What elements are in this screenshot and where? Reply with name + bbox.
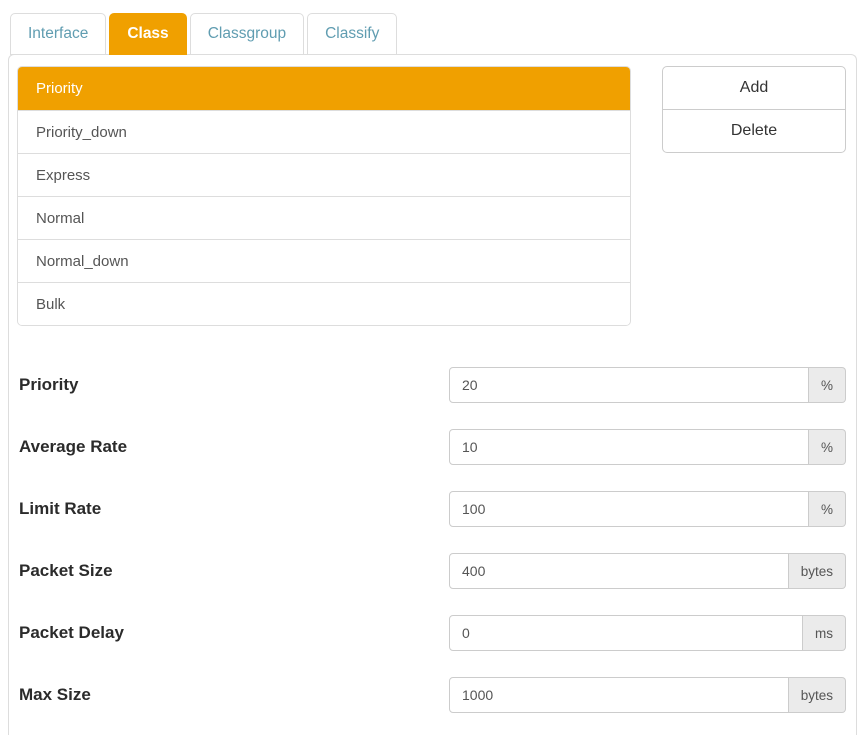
packet-delay-input-group: ms bbox=[449, 615, 846, 651]
packet-delay-input[interactable] bbox=[449, 615, 803, 651]
list-item-priority-down[interactable]: Priority_down bbox=[18, 110, 630, 153]
form-row-max-size: Max Size bytes bbox=[17, 677, 846, 713]
priority-input[interactable] bbox=[449, 367, 809, 403]
form-row-packet-size: Packet Size bytes bbox=[17, 553, 846, 589]
priority-input-group: % bbox=[449, 367, 846, 403]
priority-unit-addon: % bbox=[809, 367, 846, 403]
delete-button[interactable]: Delete bbox=[662, 109, 846, 153]
class-section: Priority Priority_down Express Normal No… bbox=[17, 66, 846, 326]
list-item-normal[interactable]: Normal bbox=[18, 196, 630, 239]
max-size-unit-addon: bytes bbox=[789, 677, 846, 713]
add-button[interactable]: Add bbox=[662, 66, 846, 110]
packet-delay-unit-addon: ms bbox=[803, 615, 846, 651]
tab-interface[interactable]: Interface bbox=[10, 13, 106, 55]
form-row-limit-rate: Limit Rate % bbox=[17, 491, 846, 527]
tab-classify[interactable]: Classify bbox=[307, 13, 397, 55]
average-rate-unit-addon: % bbox=[809, 429, 846, 465]
average-rate-label: Average Rate bbox=[17, 437, 449, 457]
max-size-label: Max Size bbox=[17, 685, 449, 705]
packet-size-input-group: bytes bbox=[449, 553, 846, 589]
average-rate-input-group: % bbox=[449, 429, 846, 465]
form-row-average-rate: Average Rate % bbox=[17, 429, 846, 465]
list-item-priority[interactable]: Priority bbox=[18, 67, 630, 110]
average-rate-input[interactable] bbox=[449, 429, 809, 465]
packet-size-unit-addon: bytes bbox=[789, 553, 846, 589]
tab-classgroup[interactable]: Classgroup bbox=[190, 13, 304, 55]
list-item-bulk[interactable]: Bulk bbox=[18, 282, 630, 325]
limit-rate-input-group: % bbox=[449, 491, 846, 527]
limit-rate-unit-addon: % bbox=[809, 491, 846, 527]
priority-label: Priority bbox=[17, 375, 449, 395]
packet-size-label: Packet Size bbox=[17, 561, 449, 581]
tab-content-panel: Priority Priority_down Express Normal No… bbox=[8, 54, 857, 735]
max-size-input[interactable] bbox=[449, 677, 789, 713]
max-size-input-group: bytes bbox=[449, 677, 846, 713]
limit-rate-label: Limit Rate bbox=[17, 499, 449, 519]
list-item-normal-down[interactable]: Normal_down bbox=[18, 239, 630, 282]
tab-class[interactable]: Class bbox=[109, 13, 186, 55]
form-row-packet-delay: Packet Delay ms bbox=[17, 615, 846, 651]
limit-rate-input[interactable] bbox=[449, 491, 809, 527]
packet-size-input[interactable] bbox=[449, 553, 789, 589]
class-settings-form: Priority % Average Rate % Limit Rate % P… bbox=[17, 367, 846, 713]
form-row-priority: Priority % bbox=[17, 367, 846, 403]
tabs-bar: Interface Class Classgroup Classify bbox=[10, 13, 857, 55]
list-item-express[interactable]: Express bbox=[18, 153, 630, 196]
packet-delay-label: Packet Delay bbox=[17, 623, 449, 643]
class-list: Priority Priority_down Express Normal No… bbox=[17, 66, 631, 326]
list-actions: Add Delete bbox=[662, 66, 846, 153]
